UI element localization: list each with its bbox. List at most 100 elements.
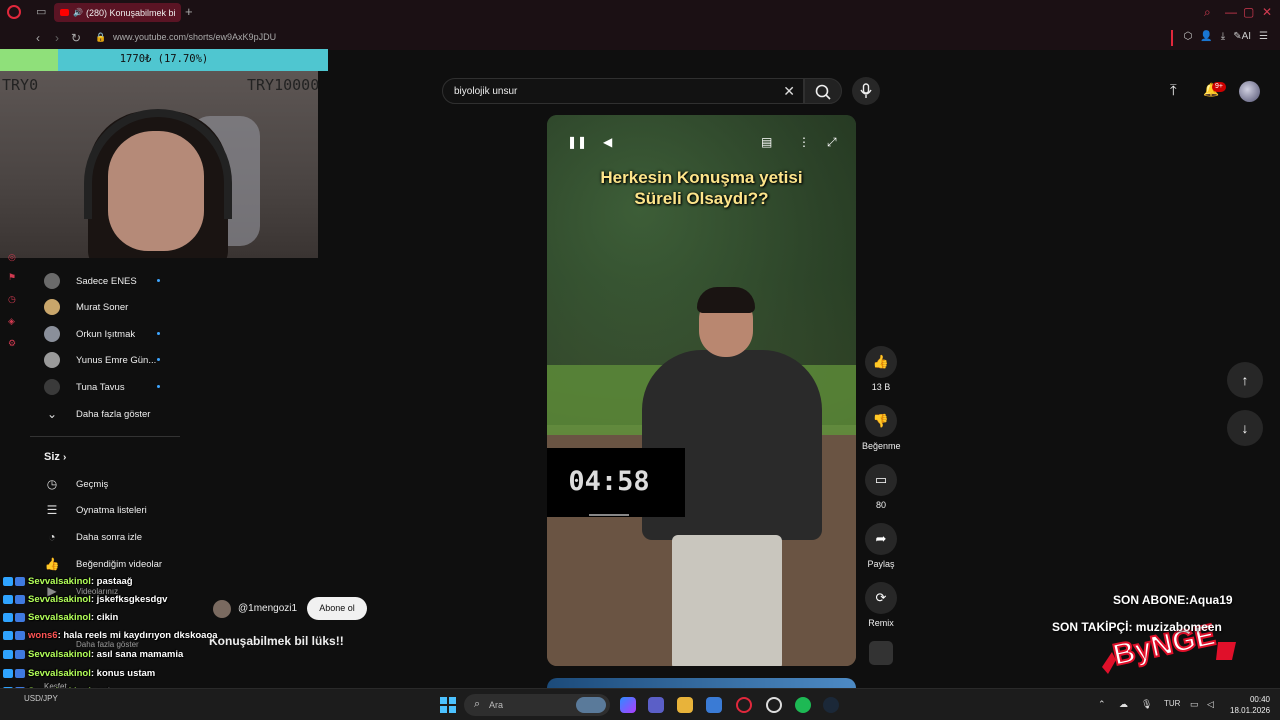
chat-message: Sevvalsakinol: cikin — [3, 611, 118, 624]
microphone-tray-icon[interactable]: 🎙 — [1141, 699, 1152, 710]
browser-tab-bar: ▭ 🔊 (280) Konuşabilmek bi + ⌕ — ▢ ✕ — [0, 0, 1280, 26]
dislike-label: Beğenme — [862, 441, 901, 451]
cloud-icon[interactable]: ☁ — [1119, 699, 1128, 710]
like-count: 13 B — [871, 382, 891, 392]
pin-icon[interactable]: ⚑ — [8, 272, 18, 282]
subscription-item[interactable]: Orkun Işıtmak — [44, 324, 160, 344]
more-options-icon[interactable]: ⋮ — [798, 135, 810, 149]
sound-source-avatar[interactable] — [869, 641, 893, 665]
ai-label: AI — [1241, 31, 1252, 42]
subscribe-button[interactable]: Abone ol — [307, 597, 367, 620]
teams-icon[interactable] — [648, 697, 664, 713]
upload-icon[interactable]: ⤒ — [1170, 82, 1177, 99]
menu-icon[interactable]: ☰ — [1259, 31, 1268, 42]
comment-count: 80 — [875, 500, 886, 510]
taskbar-search[interactable]: ⌕ Ara — [464, 694, 610, 716]
chat-text: : jskefksgkesdgv — [90, 594, 168, 605]
network-icon[interactable]: ▭ — [1190, 699, 1199, 710]
browser-tab-active[interactable]: 🔊 (280) Konuşabilmek bi — [54, 3, 181, 22]
user-badge-icon — [15, 650, 25, 659]
search-button[interactable] — [804, 78, 842, 104]
address-bar: ‹ › ↻ 🔒 www.youtube.com/shorts/ew9AxK9pJ… — [0, 26, 1280, 50]
steam-icon[interactable] — [823, 697, 839, 713]
channel-avatar[interactable] — [213, 600, 231, 618]
volume-tray-icon[interactable]: ◁ — [1207, 699, 1214, 710]
extensions-icon[interactable]: ⬡ — [1184, 31, 1193, 42]
dislike-icon: 👎 — [865, 405, 897, 437]
sidebar-item-history[interactable]: ◷ Geçmiş — [44, 474, 108, 494]
avatar — [44, 299, 60, 315]
close-window-icon[interactable]: ✕ — [1262, 5, 1272, 19]
maximize-icon[interactable]: ▢ — [1243, 5, 1254, 19]
todo-icon[interactable] — [706, 697, 722, 713]
remix-button[interactable]: ⟳ Remix — [862, 582, 900, 628]
pause-icon[interactable]: ❚❚ — [567, 135, 587, 149]
next-short-button[interactable]: ↓ — [1227, 410, 1263, 446]
windows-start-icon[interactable] — [440, 697, 456, 713]
spotify-icon[interactable] — [795, 697, 811, 713]
speaker-icon[interactable]: 🔊 — [73, 8, 83, 17]
user-avatar[interactable] — [1239, 81, 1260, 102]
language-indicator[interactable]: TUR — [1164, 699, 1180, 708]
sidebar-item-liked-videos[interactable]: 👍 Beğendiğim videolar — [44, 554, 163, 574]
you-section-header[interactable]: Siz › — [44, 451, 66, 463]
previous-short-button[interactable]: ↑ — [1227, 362, 1263, 398]
clock-time: 00:40 — [1249, 695, 1270, 704]
youtube-favicon-icon — [60, 9, 69, 16]
windows-taskbar: USD/JPY ⌕ Ara ⌃ ☁ 🎙 TUR ▭ ◁ 00:40 18.01.… — [0, 688, 1280, 720]
chat-username: wons6 — [28, 630, 58, 641]
new-content-dot — [157, 385, 160, 388]
short-video-player[interactable]: Herkesin Konuşma yetisi Süreli Olsaydı??… — [547, 115, 856, 666]
tab-manager-icon[interactable]: ▭ — [36, 6, 48, 18]
tray-expand-icon[interactable]: ⌃ — [1098, 699, 1106, 710]
new-tab-icon[interactable]: + — [185, 4, 193, 19]
subscription-item[interactable]: Yunus Emre Gün... — [44, 350, 160, 370]
sidebar-item-watch-later[interactable]: ◔ Daha sonra izle — [44, 527, 142, 547]
forward-icon[interactable]: › — [55, 31, 59, 45]
subscription-item[interactable]: Murat Soner — [44, 297, 128, 317]
settings-sidebar-icon[interactable]: ⚙ — [8, 338, 18, 348]
account-icon[interactable]: 👤 — [1200, 31, 1212, 42]
sidebar-divider — [30, 436, 180, 437]
file-explorer-icon[interactable] — [677, 697, 693, 713]
sidebar-item-playlists[interactable]: ☰ Oynatma listeleri — [44, 500, 147, 520]
back-icon[interactable]: ‹ — [36, 31, 40, 45]
search-tabs-icon[interactable]: ⌕ — [1204, 5, 1211, 20]
share-label: Paylaş — [867, 559, 895, 569]
captions-icon[interactable]: ▤ — [761, 135, 772, 149]
currency-widget[interactable]: USD/JPY — [24, 694, 58, 703]
dislike-button[interactable]: 👎 Beğenme — [862, 405, 901, 451]
search-highlight-icon — [576, 697, 606, 713]
countdown-timer: 04:58 — [568, 466, 650, 497]
like-button[interactable]: 👍 13 B — [862, 346, 900, 392]
reload-icon[interactable]: ↻ — [71, 31, 81, 45]
clear-search-icon[interactable]: ✕ — [783, 83, 795, 100]
avatar — [44, 352, 60, 368]
voice-search-button[interactable] — [852, 77, 880, 105]
obs-icon[interactable] — [766, 697, 782, 713]
sidebar-app-icon[interactable]: ◎ — [8, 252, 18, 262]
fullscreen-icon[interactable]: ⤢ — [827, 135, 837, 150]
share-button[interactable]: ➦ Paylaş — [862, 523, 900, 569]
webcam-feed — [0, 71, 318, 258]
opera-logo-icon[interactable] — [7, 5, 21, 19]
volume-icon[interactable]: ◀ — [603, 135, 612, 149]
history-sidebar-icon[interactable]: ◷ — [8, 294, 18, 304]
download-icon[interactable]: ⤓ — [1221, 31, 1225, 42]
last-subscriber: SON ABONE:Aqua19 — [1113, 593, 1233, 607]
opera-taskbar-icon[interactable] — [736, 697, 752, 713]
system-clock[interactable]: 00:40 18.01.2026 — [1230, 694, 1270, 716]
extensions-sidebar-icon[interactable]: ◈ — [8, 316, 18, 326]
ai-button[interactable]: ✎AI — [1233, 31, 1251, 42]
url-field[interactable]: www.youtube.com/shorts/ew9AxK9pJDU — [113, 32, 276, 42]
comments-button[interactable]: ▭ 80 — [862, 464, 900, 510]
video-title-line: Herkesin Konuşma yetisi — [600, 168, 803, 187]
copilot-icon[interactable] — [620, 697, 636, 713]
subscription-item[interactable]: Tuna Tavus — [44, 377, 160, 397]
countdown-underline — [589, 514, 629, 516]
minimize-icon[interactable]: — — [1225, 5, 1237, 19]
channel-name[interactable]: @1mengozi1 — [238, 603, 297, 614]
search-input[interactable]: biyolojik unsur ✕ — [442, 78, 804, 104]
show-more-button[interactable]: ⌄ Daha fazla göster — [44, 404, 151, 424]
subscription-item[interactable]: Sadece ENES — [44, 271, 160, 291]
